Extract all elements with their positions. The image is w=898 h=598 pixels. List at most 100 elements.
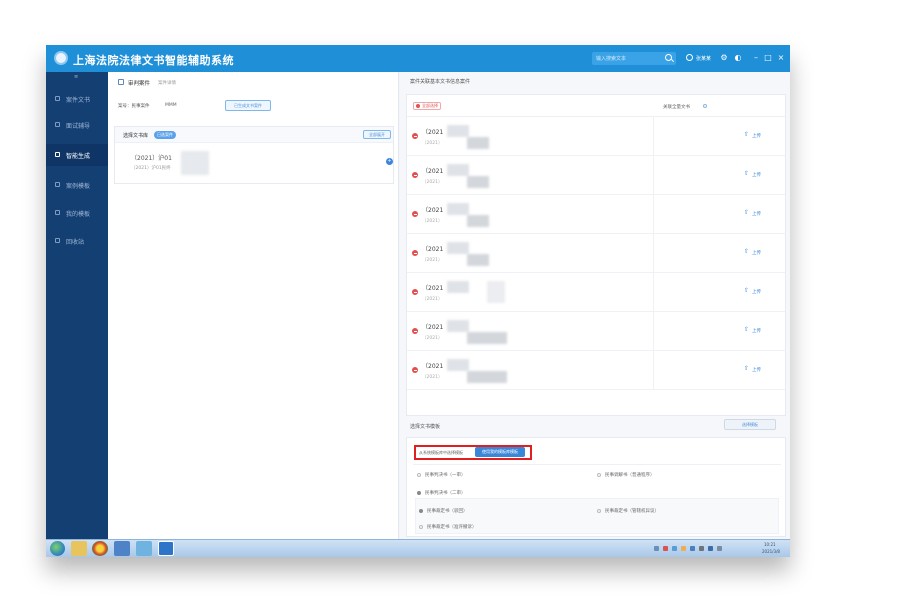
expand-all-button[interactable]: 全部展开 bbox=[363, 130, 391, 139]
upload-link[interactable]: 上传 bbox=[752, 211, 761, 217]
remove-icon[interactable] bbox=[412, 367, 418, 373]
select-all-tag[interactable]: 全部选择 bbox=[413, 102, 441, 110]
sidebar-item-label: 面试辅导 bbox=[66, 123, 91, 130]
remove-icon[interactable] bbox=[412, 211, 418, 217]
column-divider bbox=[653, 312, 654, 350]
remove-icon[interactable] bbox=[412, 133, 418, 139]
redacted-area bbox=[447, 164, 469, 176]
file-explorer-icon[interactable] bbox=[71, 541, 87, 556]
radio-icon[interactable] bbox=[597, 473, 601, 477]
table-row[interactable]: （2021 （2021） ⇧ 上传 bbox=[407, 195, 785, 234]
upload-icon[interactable]: ⇧ bbox=[744, 210, 750, 216]
table-row[interactable]: （2021 （2021） ⇧ 上传 bbox=[407, 351, 785, 390]
taskbar: 10:21 2021/3/8 bbox=[46, 539, 790, 557]
radio-icon[interactable] bbox=[417, 473, 421, 477]
user-name[interactable]: 张某某 bbox=[696, 55, 711, 62]
close-icon[interactable]: × bbox=[777, 54, 785, 62]
minimize-icon[interactable]: – bbox=[752, 54, 760, 62]
sidebar-item-recycle-bin[interactable]: 回收站 bbox=[46, 230, 108, 252]
upload-icon[interactable]: ⇧ bbox=[744, 288, 750, 294]
table-row[interactable]: （2021 （2021） ⇧ 上传 bbox=[407, 234, 785, 273]
upload-link[interactable]: 上传 bbox=[752, 328, 761, 334]
clipboard-icon bbox=[55, 152, 60, 157]
upload-link[interactable]: 上传 bbox=[752, 250, 761, 256]
sidebar-toggle-icon[interactable]: ≡ bbox=[74, 74, 78, 80]
upload-icon[interactable]: ⇧ bbox=[744, 327, 750, 333]
remove-icon[interactable] bbox=[412, 328, 418, 334]
upload-icon[interactable]: ⇧ bbox=[744, 171, 750, 177]
sidebar-item-my-templates[interactable]: 我的模板 bbox=[46, 202, 108, 224]
start-button[interactable] bbox=[50, 541, 65, 556]
table-row[interactable]: （2021 （2021） ⇧ 上传 bbox=[407, 273, 785, 312]
expand-icon[interactable]: + bbox=[386, 158, 393, 165]
sidebar-item-coaching[interactable]: 面试辅导 bbox=[46, 114, 108, 136]
tray-icon[interactable] bbox=[708, 546, 713, 551]
maximize-icon[interactable]: □ bbox=[764, 54, 772, 62]
redacted-area bbox=[447, 281, 469, 293]
radio-icon[interactable] bbox=[419, 509, 423, 513]
sidebar-item-label: 回收站 bbox=[66, 239, 85, 246]
template-section-title: 选择文书模板 bbox=[410, 424, 441, 430]
sidebar-item-smart-generate[interactable]: 智能生成 bbox=[46, 144, 108, 166]
upload-link[interactable]: 上传 bbox=[752, 367, 761, 373]
search-icon[interactable] bbox=[665, 54, 672, 61]
doc-number: （2021 bbox=[422, 363, 444, 370]
sidebar-item-case-docs[interactable]: 案件文书 bbox=[46, 88, 108, 110]
upload-link[interactable]: 上传 bbox=[752, 172, 761, 178]
user-avatar-icon[interactable] bbox=[686, 54, 693, 61]
doc-number: （2021 bbox=[422, 285, 444, 292]
help-icon[interactable] bbox=[703, 104, 707, 108]
app-window: 上海法院法律文书智能辅助系统 张某某 ⚙ ◐ – □ × ≡ 案件文书 面试辅导… bbox=[46, 45, 790, 557]
tab-system-templates[interactable]: 从系统模板库中选择模板 bbox=[419, 450, 463, 456]
upload-icon[interactable]: ⇧ bbox=[744, 366, 750, 372]
tray-icon[interactable] bbox=[663, 546, 668, 551]
settings-icon[interactable]: ⚙ bbox=[720, 54, 728, 62]
radio-icon[interactable] bbox=[417, 491, 421, 495]
search-input[interactable] bbox=[596, 55, 662, 63]
radio-icon[interactable] bbox=[419, 525, 423, 529]
theme-icon[interactable]: ◐ bbox=[734, 54, 742, 62]
table-row[interactable]: （2021 （2021） ⇧ 上传 bbox=[407, 156, 785, 195]
app-icon[interactable] bbox=[114, 541, 130, 556]
case-icon bbox=[118, 79, 124, 85]
upload-icon[interactable]: ⇧ bbox=[744, 132, 750, 138]
tray-icon[interactable] bbox=[654, 546, 659, 551]
column-divider bbox=[653, 156, 654, 194]
table-row[interactable]: （2021 （2021） ⇧ 上传 bbox=[407, 117, 785, 156]
remove-icon[interactable] bbox=[412, 172, 418, 178]
redacted-area bbox=[181, 151, 209, 175]
upload-link[interactable]: 上传 bbox=[752, 289, 761, 295]
app-icon[interactable] bbox=[136, 541, 152, 556]
template-icon bbox=[55, 182, 60, 187]
doc-list: 全部选择 关联全量文书 （2021 （2021） ⇧ 上传 （2021 （202… bbox=[406, 94, 786, 416]
sidebar-item-case-templates[interactable]: 案例模板 bbox=[46, 174, 108, 196]
radio-icon[interactable] bbox=[597, 509, 601, 513]
remove-icon[interactable] bbox=[412, 250, 418, 256]
sidebar-item-label: 我的模板 bbox=[66, 211, 91, 218]
tab-my-templates[interactable]: 使用我的模板库模板 bbox=[475, 447, 525, 457]
column-divider bbox=[653, 234, 654, 272]
tray-icon[interactable] bbox=[699, 546, 704, 551]
select-template-button[interactable]: 选择模板 bbox=[724, 419, 776, 430]
legal-app-icon[interactable] bbox=[158, 541, 174, 556]
redacted-area bbox=[467, 371, 507, 383]
upload-link[interactable]: 上传 bbox=[752, 133, 761, 139]
tray-icon[interactable] bbox=[681, 546, 686, 551]
clock-time[interactable]: 10:21 bbox=[764, 542, 776, 547]
redacted-area bbox=[467, 254, 489, 266]
case-item-number[interactable]: （2021）沪01 bbox=[131, 153, 172, 162]
clock-date[interactable]: 2021/3/8 bbox=[762, 549, 780, 554]
tray-icon[interactable] bbox=[717, 546, 722, 551]
search-box[interactable] bbox=[592, 52, 676, 65]
upload-icon[interactable]: ⇧ bbox=[744, 249, 750, 255]
generated-docs-button[interactable]: 已生成文书案件 bbox=[225, 100, 271, 111]
column-divider bbox=[653, 273, 654, 311]
case-number-label: 案号：民事案件 bbox=[118, 104, 150, 109]
case-title: 审判案件 bbox=[128, 81, 151, 87]
tray-icon[interactable] bbox=[690, 546, 695, 551]
browser-icon[interactable] bbox=[92, 541, 108, 556]
table-row[interactable]: （2021 （2021） ⇧ 上传 bbox=[407, 312, 785, 351]
tray-icon[interactable] bbox=[672, 546, 677, 551]
remove-icon[interactable] bbox=[412, 289, 418, 295]
case-number-value: MMM bbox=[165, 103, 177, 108]
